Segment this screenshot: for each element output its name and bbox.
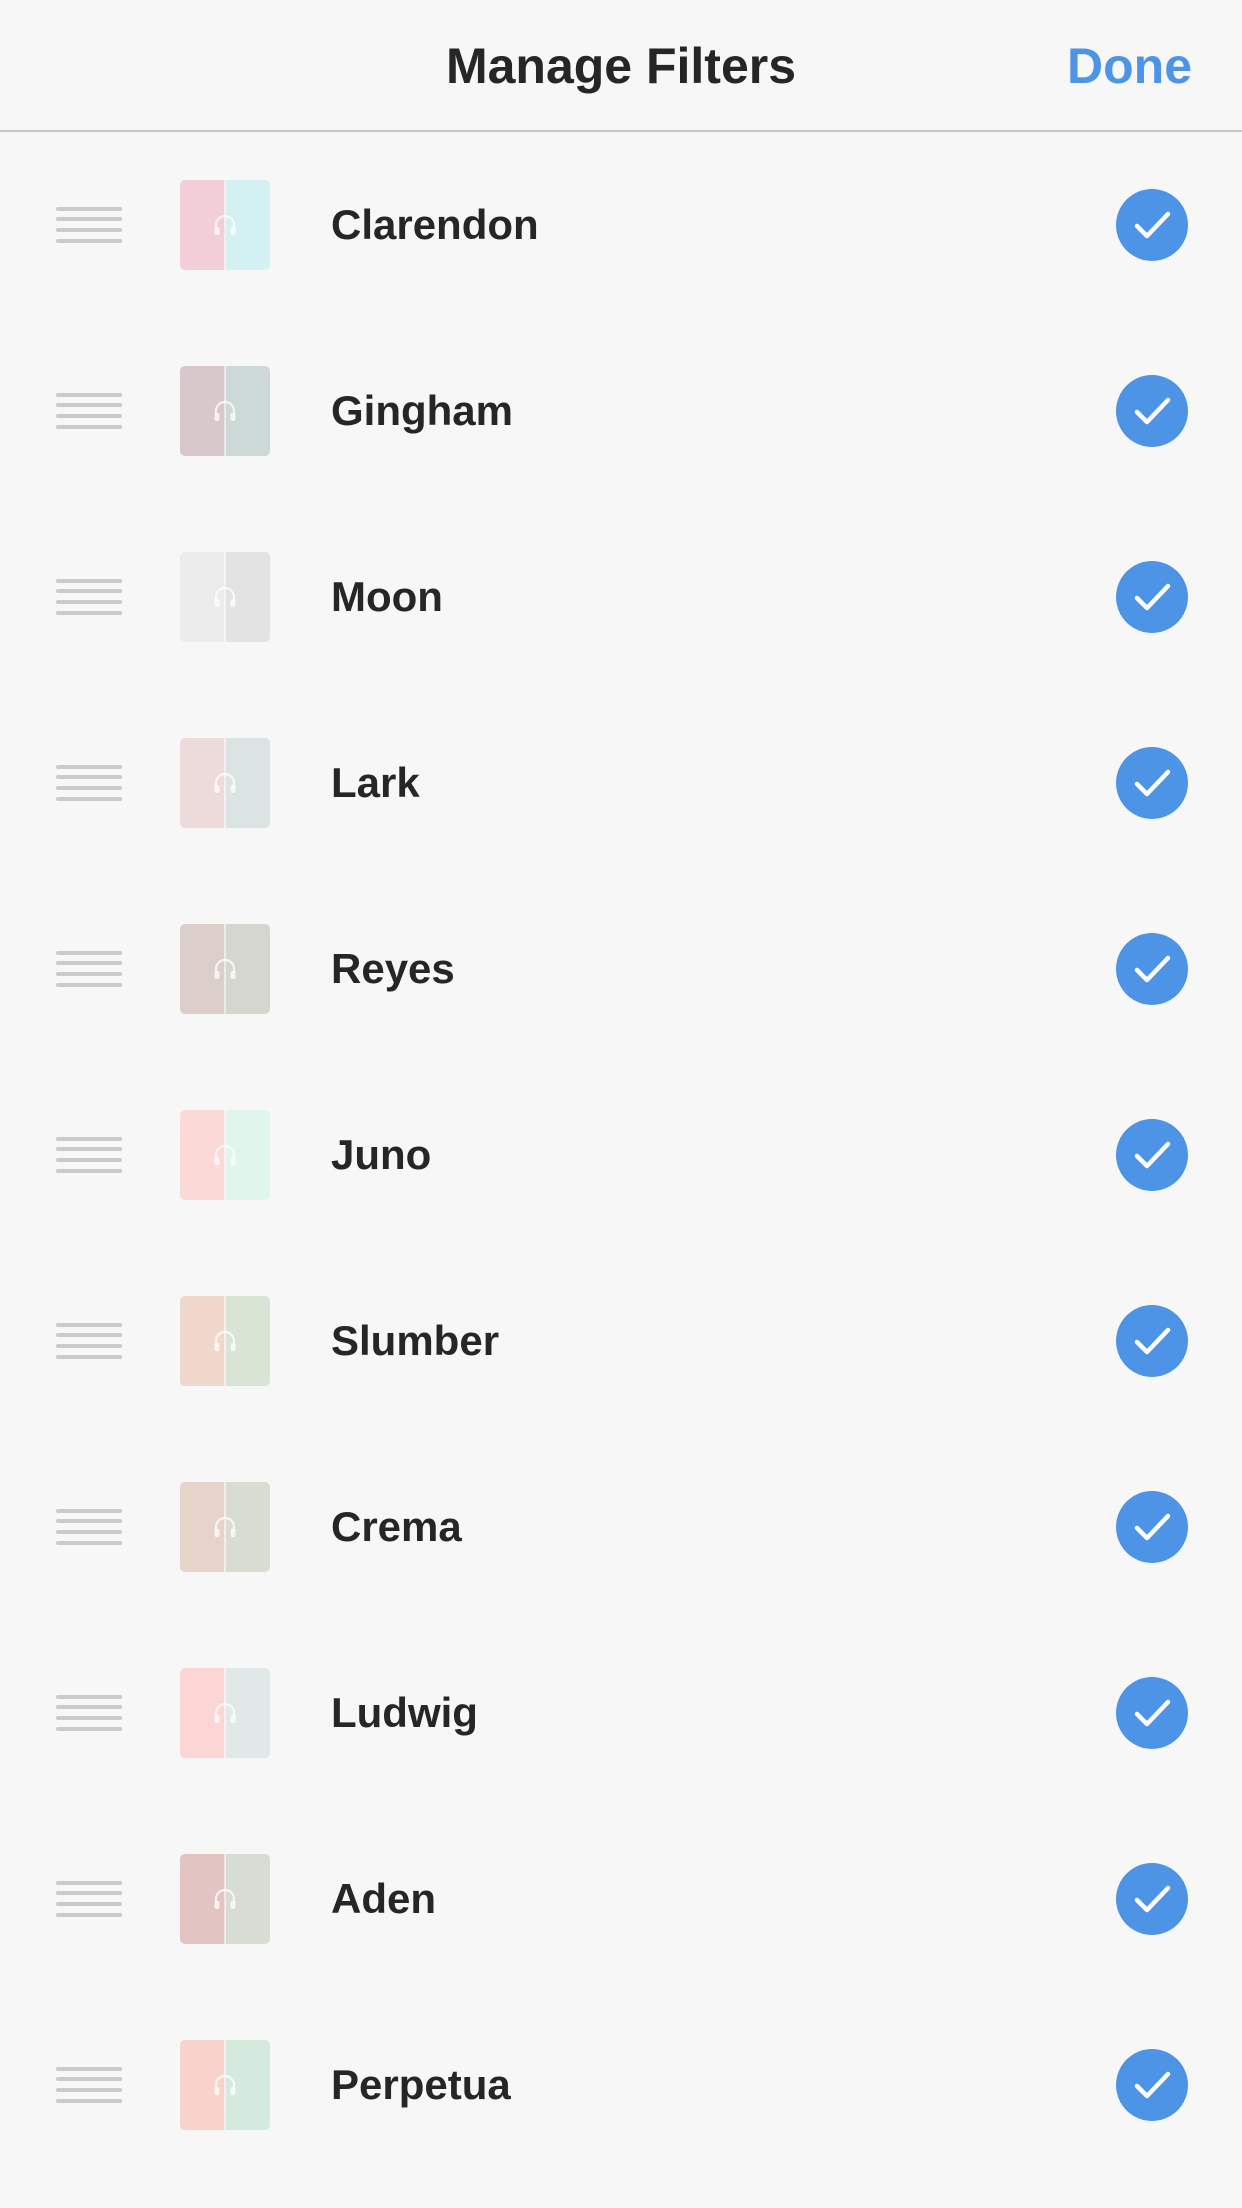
drag-handle-icon[interactable]: [56, 207, 122, 243]
filter-thumbnail: [180, 1854, 270, 1944]
filter-thumbnail: [180, 1110, 270, 1200]
filter-name: Lark: [331, 759, 420, 806]
filter-row-aden[interactable]: Aden: [0, 1806, 1242, 1992]
page-title: Manage Filters: [445, 38, 797, 94]
filter-row-gingham[interactable]: Gingham: [0, 318, 1242, 504]
filter-list: Clarendon Gingham Moon Lark Reyes Juno Slumber…: [0, 132, 1242, 2178]
filter-row-reyes[interactable]: Reyes: [0, 876, 1242, 1062]
filter-name: Crema: [331, 1503, 462, 1550]
filter-name: Ludwig: [331, 1689, 478, 1736]
filter-row-clarendon[interactable]: Clarendon: [0, 132, 1242, 318]
drag-handle-icon[interactable]: [56, 951, 122, 987]
checkmark-icon[interactable]: [1116, 1305, 1188, 1377]
filter-row-ludwig[interactable]: Ludwig: [0, 1620, 1242, 1806]
headphones-icon: [214, 1516, 236, 1537]
filter-row-juno[interactable]: Juno: [0, 1062, 1242, 1248]
headphones-icon: [214, 214, 236, 235]
headphones-icon: [214, 1702, 236, 1723]
checkmark-icon[interactable]: [1116, 2049, 1188, 2121]
drag-handle-icon[interactable]: [56, 1137, 122, 1173]
filter-name: Clarendon: [331, 201, 539, 248]
headphones-icon: [214, 958, 236, 979]
checkmark-icon[interactable]: [1116, 1119, 1188, 1191]
done-button[interactable]: Done: [1067, 0, 1192, 132]
drag-handle-icon[interactable]: [56, 1509, 122, 1545]
headphones-icon: [214, 772, 236, 793]
filter-name: Juno: [331, 1131, 432, 1178]
headphones-icon: [214, 1330, 236, 1351]
filter-name: Gingham: [331, 387, 514, 434]
filter-thumbnail: [180, 1296, 270, 1386]
filter-name: Moon: [331, 573, 443, 620]
filter-thumbnail: [180, 738, 270, 828]
checkmark-icon[interactable]: [1116, 1491, 1188, 1563]
checkmark-icon[interactable]: [1116, 933, 1188, 1005]
headphones-icon: [214, 586, 236, 607]
drag-handle-icon[interactable]: [56, 1323, 122, 1359]
headphones-icon: [214, 400, 236, 421]
filter-thumbnail: [180, 1668, 270, 1758]
filter-row-slumber[interactable]: Slumber: [0, 1248, 1242, 1434]
filter-thumbnail: [180, 180, 270, 270]
checkmark-icon[interactable]: [1116, 375, 1188, 447]
checkmark-icon[interactable]: [1116, 747, 1188, 819]
drag-handle-icon[interactable]: [56, 765, 122, 801]
drag-handle-icon[interactable]: [56, 393, 122, 429]
filter-row-crema[interactable]: Crema: [0, 1434, 1242, 1620]
nav-bar: Manage Filters Done: [0, 0, 1242, 132]
filter-name: Slumber: [331, 1317, 500, 1364]
filter-thumbnail: [180, 924, 270, 1014]
filter-row-perpetua[interactable]: Perpetua: [0, 1992, 1242, 2178]
filter-thumbnail: [180, 2040, 270, 2130]
filter-name: Perpetua: [331, 2061, 511, 2108]
drag-handle-icon[interactable]: [56, 2067, 122, 2103]
drag-handle-icon[interactable]: [56, 579, 122, 615]
checkmark-icon[interactable]: [1116, 189, 1188, 261]
filter-name: Aden: [331, 1875, 436, 1922]
drag-handle-icon[interactable]: [56, 1695, 122, 1731]
checkmark-icon[interactable]: [1116, 561, 1188, 633]
filter-row-moon[interactable]: Moon: [0, 504, 1242, 690]
checkmark-icon[interactable]: [1116, 1863, 1188, 1935]
filter-thumbnail: [180, 1482, 270, 1572]
drag-handle-icon[interactable]: [56, 1881, 122, 1917]
checkmark-icon[interactable]: [1116, 1677, 1188, 1749]
filter-thumbnail: [180, 366, 270, 456]
headphones-icon: [214, 2074, 236, 2095]
headphones-icon: [214, 1888, 236, 1909]
filter-thumbnail: [180, 552, 270, 642]
filter-row-lark[interactable]: Lark: [0, 690, 1242, 876]
headphones-icon: [214, 1144, 236, 1165]
filter-name: Reyes: [331, 945, 455, 992]
